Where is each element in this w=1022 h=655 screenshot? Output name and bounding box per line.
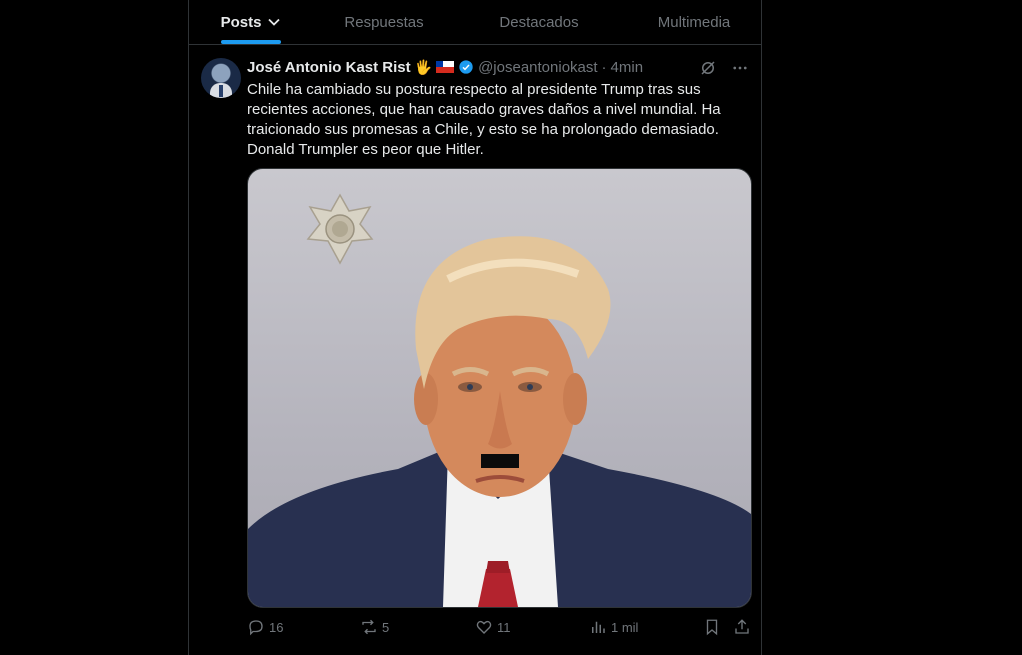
profile-timeline-column: Posts Respuestas Destacados Multimedia J… [188, 0, 762, 655]
time-separator: · [601, 58, 607, 76]
view-count: 1 mil [611, 619, 639, 635]
chevron-down-icon [268, 18, 281, 26]
avatar-tie [219, 85, 223, 97]
heart-icon [476, 620, 492, 634]
post-header: José Antonio Kast Rist 🖐 @joseantoniokas… [247, 57, 643, 77]
views-button[interactable]: 1 mil [589, 618, 638, 636]
bookmark-button[interactable] [703, 618, 721, 636]
tab-respuestas[interactable]: Respuestas [329, 0, 439, 44]
tab-posts-label: Posts [220, 13, 262, 31]
post-action-bar: 16 5 11 1 mil [247, 618, 753, 640]
tab-posts[interactable]: Posts [207, 0, 295, 44]
like-count: 11 [497, 619, 511, 635]
repost-count: 5 [382, 619, 390, 635]
repost-button[interactable]: 5 [360, 618, 389, 636]
tab-destacados[interactable]: Destacados [479, 0, 599, 44]
author-handle[interactable]: @joseantoniokast [478, 59, 597, 76]
tab-destacados-label: Destacados [499, 13, 579, 31]
analytics-icon [592, 621, 605, 633]
post-image[interactable] [247, 168, 752, 608]
post-time[interactable]: 4min [611, 59, 644, 76]
tab-multimedia-label: Multimedia [657, 13, 731, 31]
avatar[interactable] [201, 58, 241, 98]
hand-emoji: 🖐 [414, 58, 433, 75]
grok-icon[interactable] [699, 59, 717, 77]
share-button[interactable] [733, 618, 751, 636]
bookmark-icon [706, 619, 718, 636]
chile-flag-icon [436, 61, 455, 73]
like-button[interactable]: 11 [475, 618, 511, 636]
verified-badge-icon[interactable] [458, 59, 474, 75]
tab-multimedia[interactable]: Multimedia [639, 0, 749, 44]
post-text: Chile ha cambiado su postura respecto al… [247, 81, 721, 158]
mugshot-image [248, 193, 751, 607]
profile-tabs: Posts Respuestas Destacados Multimedia [189, 0, 761, 45]
reply-button[interactable]: 16 [247, 618, 283, 636]
tab-respuestas-label: Respuestas [344, 13, 424, 31]
share-icon [735, 619, 749, 634]
post-top-actions [699, 59, 749, 77]
active-tab-indicator [221, 40, 281, 44]
post[interactable]: José Antonio Kast Rist 🖐 @joseantoniokas… [189, 45, 761, 655]
sheriff-badge-icon [306, 193, 374, 265]
author-name[interactable]: José Antonio Kast Rist [247, 59, 411, 76]
reply-count: 16 [269, 619, 284, 635]
repost-icon [362, 619, 376, 635]
more-options-icon[interactable] [731, 59, 749, 77]
reply-icon [249, 620, 263, 636]
